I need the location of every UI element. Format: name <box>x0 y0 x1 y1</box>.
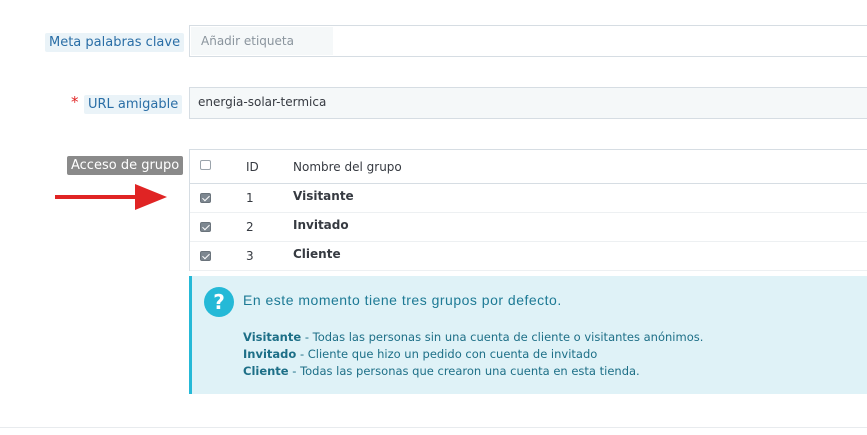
group-name: Visitante <box>293 189 354 203</box>
red-arrow-icon <box>55 184 167 210</box>
group-name: Invitado <box>293 218 349 232</box>
group-checkbox-cliente[interactable] <box>200 251 211 261</box>
friendly-url-input[interactable]: energia-solar-termica <box>189 87 867 119</box>
table-row: 2 Invitado <box>190 213 867 242</box>
table-row: 3 Cliente <box>190 242 867 271</box>
info-line-invitado: Invitado - Cliente que hizo un pedido co… <box>243 347 597 361</box>
question-icon: ? <box>204 287 234 317</box>
select-all-checkbox[interactable] <box>200 160 211 170</box>
info-callout: ? En este momento tiene tres grupos por … <box>189 276 867 394</box>
info-group-name: Cliente <box>243 364 289 378</box>
add-tag-input[interactable]: Añadir etiqueta <box>191 27 333 55</box>
info-group-desc: - Todas las personas sin una cuenta de c… <box>301 330 704 344</box>
info-line-cliente: Cliente - Todas las personas que crearon… <box>243 364 640 378</box>
info-group-desc: - Cliente que hizo un pedido con cuenta … <box>296 347 598 361</box>
name-column-header: Nombre del grupo <box>293 160 402 174</box>
meta-keywords-label: Meta palabras clave <box>45 33 185 52</box>
id-column-header: ID <box>246 160 259 174</box>
meta-keywords-field[interactable]: Añadir etiqueta <box>189 25 867 57</box>
group-checkbox-visitante[interactable] <box>200 193 211 203</box>
required-mark: * <box>71 93 79 111</box>
group-id: 3 <box>246 249 254 263</box>
info-line-visitante: Visitante - Todas las personas sin una c… <box>243 330 703 344</box>
group-name: Cliente <box>293 247 341 261</box>
info-group-name: Invitado <box>243 347 297 361</box>
group-id: 1 <box>246 191 254 205</box>
friendly-url-label: URL amigable <box>84 95 183 114</box>
info-group-desc: - Todas las personas que crearon una cue… <box>288 364 640 378</box>
table-header-row: ID Nombre del grupo <box>190 150 867 184</box>
divider <box>0 427 867 428</box>
group-id: 2 <box>246 220 254 234</box>
group-access-table: ID Nombre del grupo 1 Visitante 2 Invita… <box>189 149 867 271</box>
info-group-name: Visitante <box>243 330 302 344</box>
table-row: 1 Visitante <box>190 184 867 213</box>
group-access-label: Acceso de grupo <box>67 156 184 175</box>
info-title: En este momento tiene tres grupos por de… <box>243 292 562 308</box>
group-checkbox-invitado[interactable] <box>200 222 211 232</box>
